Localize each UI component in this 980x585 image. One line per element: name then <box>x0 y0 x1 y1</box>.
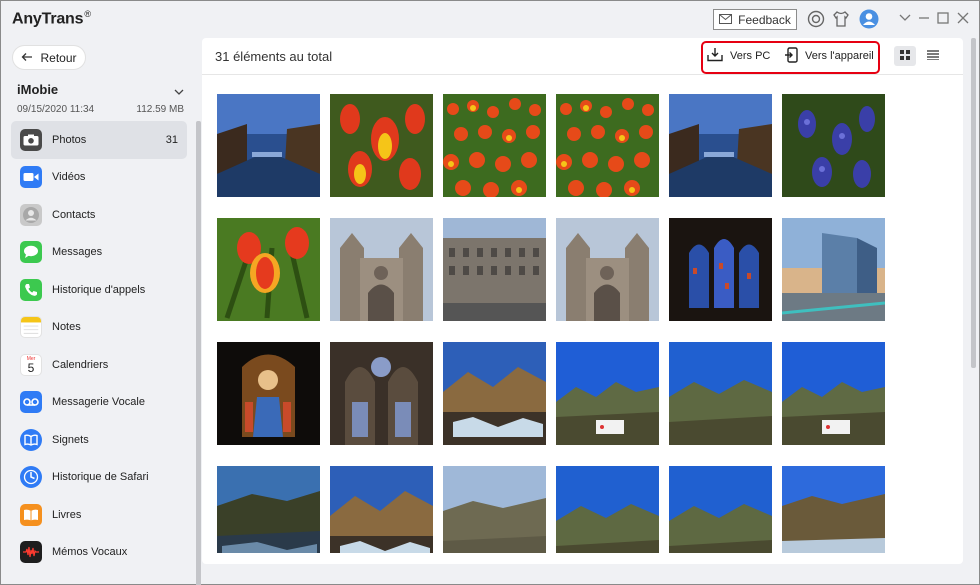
messages-icon <box>20 241 42 264</box>
feedback-label: Feedback <box>738 12 791 27</box>
device-date: 09/15/2020 11:34 <box>17 104 95 115</box>
sidebar-item-label: Vidéos <box>52 171 86 184</box>
sidebar-item-messages[interactable]: Messages <box>11 234 187 272</box>
notes-icon <box>20 316 42 339</box>
sidebar-item-label: Historique d'appels <box>52 283 146 296</box>
sidebar-item-label: Photos <box>52 133 87 146</box>
photos-panel: 31 éléments au total Vers PC Vers l'appa… <box>202 38 976 564</box>
maximize-icon[interactable] <box>936 11 950 25</box>
photo-thumbnail[interactable] <box>217 342 320 445</box>
app-title: AnyTrans® <box>12 9 91 28</box>
sidebar-item-label: Livres <box>52 508 82 521</box>
total-count-label: 31 éléments au total <box>215 49 333 64</box>
sidebar-item-notes[interactable]: Notes <box>11 309 187 347</box>
photo-thumbnail[interactable] <box>556 342 659 445</box>
photo-thumbnail[interactable] <box>443 218 546 321</box>
camera-icon <box>20 128 42 151</box>
device-size: 112.59 MB <box>136 104 184 115</box>
photo-thumbnail[interactable] <box>217 94 320 197</box>
photo-thumbnail[interactable] <box>330 342 433 445</box>
sidebar-item-label: Notes <box>52 321 81 334</box>
photo-thumbnail[interactable] <box>443 342 546 445</box>
photos-count: 31 <box>165 133 178 146</box>
photo-thumbnail[interactable] <box>556 466 659 553</box>
photo-thumbnail[interactable] <box>443 94 546 197</box>
books-icon <box>20 503 42 526</box>
arrow-left-icon <box>21 51 33 65</box>
back-label: Retour <box>40 50 77 65</box>
to-pc-button[interactable]: Vers PC <box>707 46 770 66</box>
safari-icon <box>20 466 42 489</box>
sidebar-item-bookmarks[interactable]: Signets <box>11 421 187 459</box>
photo-thumbnail[interactable] <box>217 466 320 553</box>
sidebar-item-label: Signets <box>52 433 89 446</box>
photo-thumbnail[interactable] <box>669 94 772 197</box>
photo-thumbnail[interactable] <box>669 342 772 445</box>
photo-thumbnail[interactable] <box>782 94 885 197</box>
close-icon[interactable] <box>956 11 970 25</box>
chevron-down-icon[interactable] <box>174 83 184 95</box>
support-icon[interactable] <box>806 9 826 29</box>
sidebar-item-photos[interactable]: Photos 31 <box>11 121 187 159</box>
sidebar-scrollbar[interactable] <box>196 121 201 585</box>
photo-thumbnail[interactable] <box>782 218 885 321</box>
mail-icon <box>719 13 733 27</box>
photo-thumbnail[interactable] <box>556 94 659 197</box>
voice-memos-icon <box>20 541 42 564</box>
sidebar-item-label: Messages <box>52 246 103 259</box>
photo-thumbnail[interactable] <box>330 218 433 321</box>
bookmarks-icon <box>20 428 42 451</box>
grid-view-button[interactable] <box>894 46 916 66</box>
list-view-button[interactable] <box>922 46 944 66</box>
sidebar-item-voicemail[interactable]: Messagerie Vocale <box>11 384 187 422</box>
sidebar: Retour iMobie 09/15/2020 11:34 112.59 MB… <box>1 37 201 585</box>
sidebar-item-label: Contacts <box>52 208 96 221</box>
title-bar: AnyTrans® Feedback <box>1 1 979 37</box>
grid-view-icon <box>900 47 910 65</box>
phone-icon <box>20 278 42 301</box>
sidebar-item-label: Mémos Vocaux <box>52 546 128 559</box>
app-window: AnyTrans® Feedback Retour iMobie 09/15/2… <box>0 0 980 585</box>
video-icon <box>20 166 42 189</box>
sidebar-item-books[interactable]: Livres <box>11 496 187 534</box>
photo-thumbnail[interactable] <box>443 466 546 553</box>
account-avatar-icon[interactable] <box>859 9 879 29</box>
sidebar-item-label: Messagerie Vocale <box>52 396 145 409</box>
photo-thumbnail[interactable] <box>669 466 772 553</box>
list-view-icon <box>927 47 939 65</box>
sidebar-item-calendars[interactable]: Mer 5 Calendriers <box>11 346 187 384</box>
main-scrollbar[interactable] <box>971 38 976 368</box>
category-list: Photos 31 Vidéos Contacts Messages Histo… <box>11 121 187 571</box>
photo-thumbnail[interactable] <box>669 218 772 321</box>
device-name[interactable]: iMobie <box>17 82 58 97</box>
feedback-button[interactable]: Feedback <box>713 9 797 30</box>
to-device-label: Vers l'appareil <box>805 50 874 62</box>
photo-thumbnail[interactable] <box>217 218 320 321</box>
voicemail-icon <box>20 391 42 414</box>
back-button[interactable]: Retour <box>12 45 86 70</box>
photo-thumbnail[interactable] <box>782 466 885 553</box>
to-device-button[interactable]: Vers l'appareil <box>784 46 874 66</box>
sidebar-item-call-history[interactable]: Historique d'appels <box>11 271 187 309</box>
export-to-pc-icon <box>707 47 723 65</box>
sidebar-item-contacts[interactable]: Contacts <box>11 196 187 234</box>
to-pc-label: Vers PC <box>730 50 771 62</box>
sidebar-item-videos[interactable]: Vidéos <box>11 159 187 197</box>
photo-thumbnail[interactable] <box>556 218 659 321</box>
sidebar-item-safari-history[interactable]: Historique de Safari <box>11 459 187 497</box>
minimize-icon[interactable] <box>917 11 931 25</box>
calendar-day: 5 <box>27 360 35 375</box>
sidebar-item-label: Calendriers <box>52 358 109 371</box>
photo-thumbnail[interactable] <box>330 94 433 197</box>
photo-thumbnail[interactable] <box>330 466 433 553</box>
export-to-device-icon <box>784 46 798 66</box>
sidebar-item-voice-memos[interactable]: Mémos Vocaux <box>11 534 187 572</box>
calendar-icon: Mer 5 <box>20 353 42 376</box>
header-divider <box>202 74 963 75</box>
contacts-icon <box>20 203 42 226</box>
sidebar-item-label: Historique de Safari <box>52 471 149 484</box>
menu-chevron-icon[interactable] <box>898 11 912 25</box>
shirt-icon[interactable] <box>831 9 851 29</box>
photo-thumbnail[interactable] <box>782 342 885 445</box>
